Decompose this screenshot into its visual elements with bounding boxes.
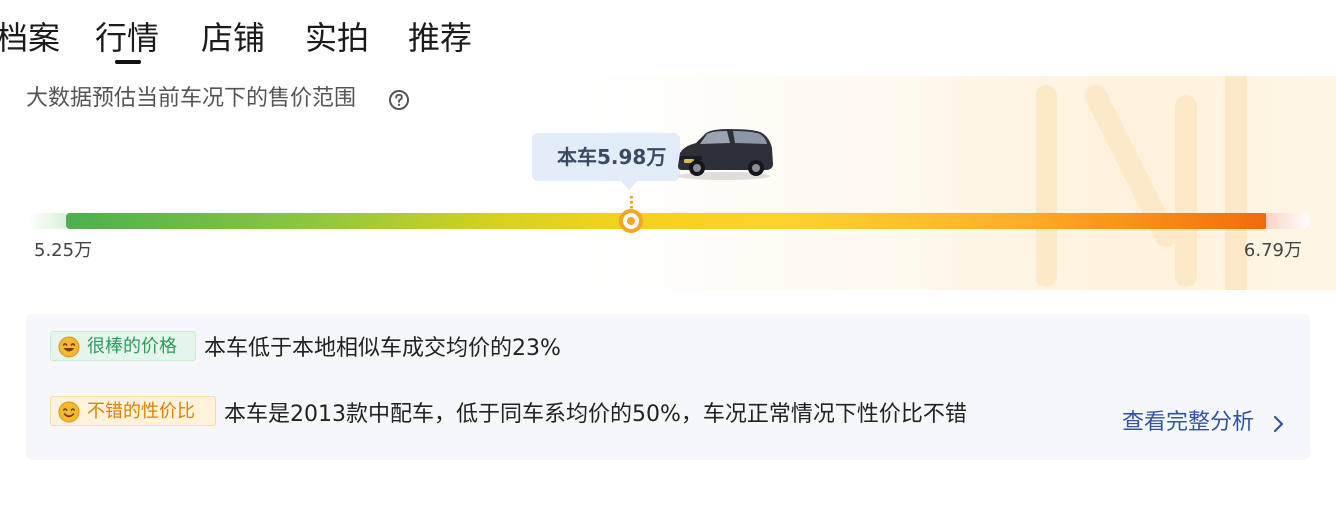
tab-recommend[interactable]: 推荐 [408,16,472,60]
range-bar-left-fade [28,213,68,229]
price-range-bar [66,213,1268,229]
bubble-pointer [620,180,638,190]
range-max-label: 6.79万 [1243,240,1302,261]
current-price-label: 本车5.98万 [557,145,667,169]
price-range-panel: 大数据预估当前车况下的售价范围 本车5.98万 5.25万 6.79万 [0,76,1336,290]
question-circle-icon[interactable] [388,89,410,111]
price-evaluation-box: 很棒的价格 本车低于本地相似车成交均价的23% 不错的性价比 本车是2013款中… [26,314,1310,460]
tab-market[interactable]: 行情 [95,16,159,60]
current-price-marker [619,209,643,233]
grin-emoji-icon [58,336,80,358]
view-full-analysis-label: 查看完整分析 [1122,410,1255,435]
evaluation-text-2: 本车是2013款中配车，低于同车系均价的50%，车况正常情况下性价比不错 [224,402,967,427]
tab-archive[interactable]: 档案 [0,16,60,60]
great-price-tag-label: 很棒的价格 [87,336,177,357]
tab-photos[interactable]: 实拍 [305,16,369,60]
active-tab-indicator [115,60,141,64]
background-decoration [1036,76,1247,290]
evaluation-text-1: 本车低于本地相似车成交均价的23% [204,336,561,361]
good-value-tag-label: 不错的性价比 [87,401,195,422]
price-range-subtitle: 大数据预估当前车况下的售价范围 [26,86,357,111]
car-image [678,129,773,180]
smile-emoji-icon [58,401,80,423]
good-value-tag: 不错的性价比 [50,396,216,426]
tab-shop[interactable]: 店铺 [201,16,265,60]
range-bar-right-fade [1266,213,1310,229]
tab-bar: 档案 行情 店铺 实拍 推荐 [0,0,1336,76]
range-min-label: 5.25万 [34,240,93,261]
chevron-right-icon [1273,415,1284,433]
great-price-tag: 很棒的价格 [50,331,196,361]
view-full-analysis-link[interactable]: 查看完整分析 [1122,408,1284,438]
